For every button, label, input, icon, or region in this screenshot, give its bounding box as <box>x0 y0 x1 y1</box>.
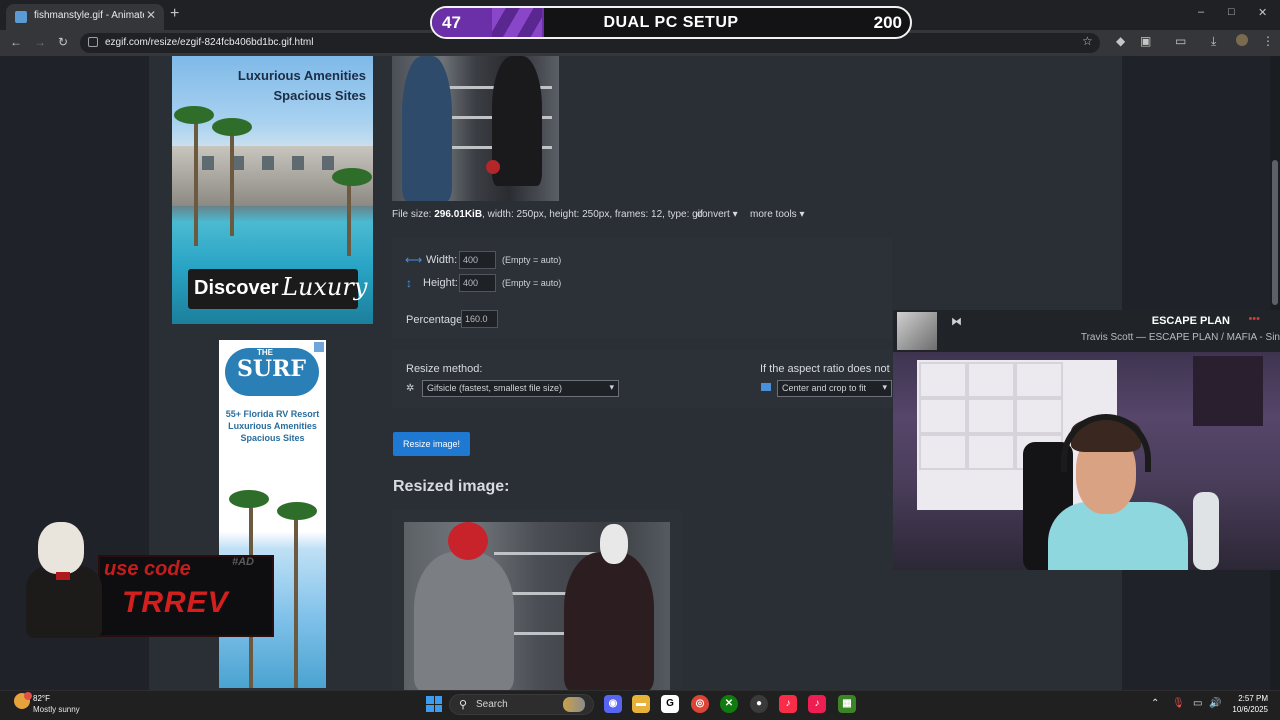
tray-overflow-icon[interactable]: ⌃ <box>1151 698 1159 709</box>
search-label: Search <box>476 699 508 710</box>
weather-temperature[interactable]: 82°F <box>33 694 50 703</box>
obs-icon[interactable]: ● <box>750 695 768 713</box>
crop-icon <box>761 383 771 391</box>
more-tools-dropdown[interactable]: more tools ▾ <box>750 209 804 220</box>
search-icon: ⚲ <box>459 699 468 711</box>
forward-button[interactable]: → <box>34 35 46 49</box>
song-artist: Travis Scott — ESCAPE PLAN / MAFIA - Sin <box>1080 332 1280 343</box>
taskbar-clock[interactable]: 2:57 PM 10/6/2025 <box>1228 693 1268 715</box>
resized-gif-preview <box>404 522 670 690</box>
width-input[interactable] <box>459 251 496 269</box>
width-arrow-icon: ⟷ <box>405 253 423 267</box>
stream-goal-bar: 47 DUAL PC SETUP 200 <box>430 6 912 39</box>
sponsor-code: TRREV <box>122 586 229 619</box>
goal-target-count: 200 <box>873 13 902 32</box>
resize-method-select[interactable]: Gifsicle (fastest, smallest file size) ▾ <box>422 380 619 397</box>
microphone <box>1193 492 1219 570</box>
ad-choices-icon[interactable] <box>314 342 324 352</box>
apple-music-icon[interactable]: ♪ <box>779 695 797 713</box>
reload-button[interactable]: ↻ <box>58 35 68 49</box>
tiktok-icon[interactable]: ♪ <box>808 695 826 713</box>
ad-description: 55+ Florida RV Resort Luxurious Amenitie… <box>225 409 320 443</box>
webcam-feed <box>893 352 1280 570</box>
menu-kebab-icon[interactable]: ⋮ <box>1262 34 1274 48</box>
resize-image-button[interactable]: Resize image! <box>393 432 470 456</box>
wall-poster <box>1193 356 1263 426</box>
favicon-icon <box>15 11 27 23</box>
aspect-ratio-label: If the aspect ratio does not ma <box>760 363 892 375</box>
network-icon[interactable]: ▭ <box>1193 698 1202 709</box>
profile-avatar[interactable] <box>1236 34 1248 46</box>
original-gif-preview <box>392 56 559 201</box>
more-options-icon: ••• <box>1248 313 1260 325</box>
height-label: Height: <box>423 277 458 289</box>
url-text: ezgif.com/resize/ezgif-824fcb406bd1bc.gi… <box>105 37 314 48</box>
weather-condition[interactable]: Mostly sunny <box>33 705 80 714</box>
resized-image-heading: Resized image: <box>393 478 510 495</box>
microphone-icon[interactable]: 🎙 <box>1172 698 1185 709</box>
streamer-shirt <box>1048 502 1188 570</box>
chrome-icon[interactable]: ◎ <box>691 695 709 713</box>
discover-luxury-badge[interactable]: Discover Luxury <box>188 269 367 309</box>
browser-tab[interactable]: fishmanstyle.gif - Animated im ✕ <box>6 4 164 30</box>
sponsor-overlay: use code TRREV #AD <box>16 522 274 640</box>
mascot-head <box>38 522 84 574</box>
resize-method-label: Resize method: <box>406 363 483 375</box>
site-info-icon[interactable] <box>88 37 98 47</box>
discord-icon[interactable]: ◉ <box>604 695 622 713</box>
aspect-ratio-select[interactable]: Center and crop to fit ▾ <box>777 380 892 397</box>
width-hint: (Empty = auto) <box>502 255 562 265</box>
percentage-input[interactable] <box>461 310 498 328</box>
app-g-icon[interactable]: G <box>661 695 679 713</box>
convert-dropdown[interactable]: convert ▾ <box>697 209 738 220</box>
album-art <box>897 312 937 350</box>
weather-alert-badge <box>24 692 32 700</box>
audio-visualizer-icon: ⧓ <box>951 316 962 328</box>
extensions-puzzle-icon[interactable]: ▣ <box>1140 34 1151 48</box>
height-arrow-icon: ↕ <box>406 276 412 290</box>
minecraft-icon[interactable]: ▦ <box>838 695 856 713</box>
height-input[interactable] <box>459 274 496 292</box>
windows-start-icon[interactable] <box>426 696 442 712</box>
gear-icon: ✲ <box>406 383 415 394</box>
resize-method-form <box>392 350 892 408</box>
height-hint: (Empty = auto) <box>502 278 562 288</box>
sponsor-code-label: use code <box>104 558 191 580</box>
sponsor-ad-tag: #AD <box>232 556 255 568</box>
split-view-icon[interactable]: ▭ <box>1175 34 1186 48</box>
file-explorer-icon[interactable]: ▬ <box>632 695 650 713</box>
scrollbar-thumb[interactable] <box>1272 160 1278 305</box>
volume-icon[interactable]: 🔊 <box>1209 698 1221 709</box>
back-button[interactable]: ← <box>10 35 22 49</box>
maximize-button[interactable]: □ <box>1228 6 1235 18</box>
new-tab-button[interactable]: + <box>170 5 179 23</box>
goal-title: DUAL PC SETUP <box>603 14 739 31</box>
song-title: ESCAPE PLAN <box>1151 315 1230 327</box>
ad-headline: Luxurious Amenities Spacious Sites <box>237 68 366 103</box>
minimize-button[interactable]: – <box>1198 6 1204 18</box>
close-window-button[interactable]: ✕ <box>1258 6 1267 19</box>
search-highlight-image <box>563 697 585 712</box>
extension-icon[interactable]: ◆ <box>1116 34 1125 48</box>
download-icon[interactable]: ⤓ <box>1211 34 1216 49</box>
now-playing-widget: ⧓ ESCAPE PLAN ••• Travis Scott — ESCAPE … <box>893 310 1280 352</box>
ad-banner-resort[interactable]: Luxurious Amenities Spacious Sites Disco… <box>172 56 373 324</box>
xbox-icon[interactable]: ✕ <box>720 695 738 713</box>
file-info: File size: 296.01KiB, width: 250px, heig… <box>392 209 703 220</box>
tab-close-icon[interactable]: ✕ <box>146 8 156 22</box>
taskbar-search[interactable]: ⚲ Search <box>449 694 594 715</box>
percentage-label: Percentage: <box>406 314 466 326</box>
tab-title: fishmanstyle.gif - Animated im <box>34 10 144 21</box>
mascot-bowtie <box>56 572 70 580</box>
bookmark-star-icon[interactable]: ☆ <box>1082 34 1093 48</box>
width-label: Width: <box>426 254 458 266</box>
